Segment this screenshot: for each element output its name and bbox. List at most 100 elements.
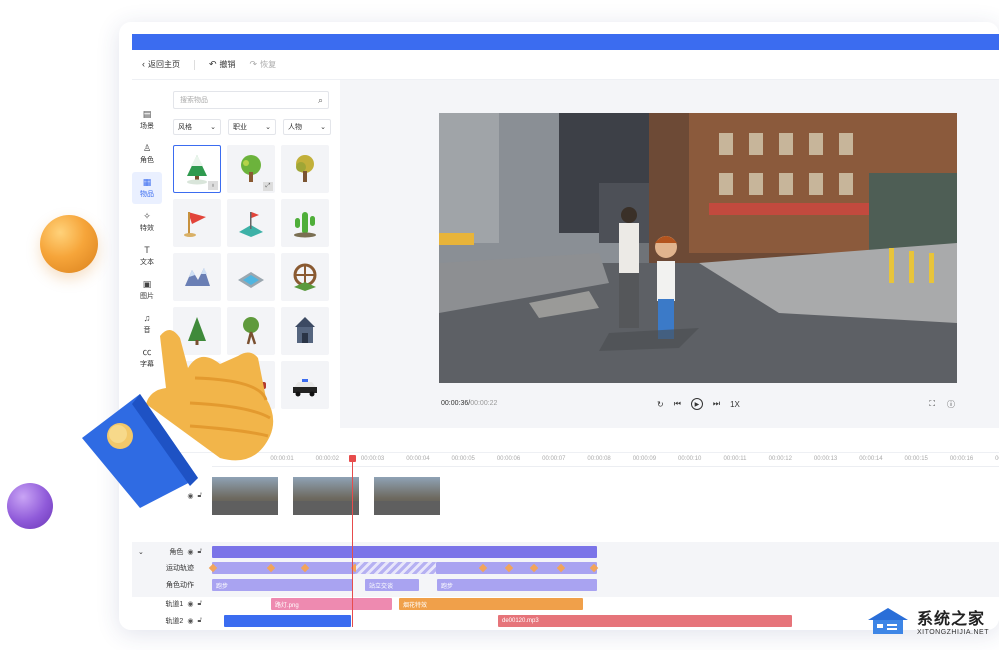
search-placeholder: 搜索物品: [180, 97, 208, 104]
role-clip-bar[interactable]: [212, 546, 597, 558]
toolbar-divider: [194, 59, 195, 70]
action-row-label: 角色动作: [166, 582, 194, 589]
play-icon: ▶: [694, 401, 700, 408]
duration: 00:00:22: [470, 400, 498, 407]
back-home-button[interactable]: ‹ 返回主页: [142, 59, 180, 70]
time-display: 00:00:36/00:00:22: [441, 400, 498, 407]
keyframe-marker[interactable]: [504, 563, 514, 573]
sidebar-item-effects[interactable]: ✧ 特效: [132, 206, 162, 238]
sidebar-item-label: 物品: [140, 191, 154, 198]
playhead-handle[interactable]: [349, 455, 356, 462]
lock-icon[interactable]: 🔓︎: [197, 548, 202, 556]
redo-icon: ↷: [249, 59, 258, 69]
people-filter-dropdown[interactable]: 人物 ⌄: [283, 119, 331, 135]
asset-round-tree[interactable]: ⤢: [227, 145, 275, 193]
pond-icon: [238, 272, 264, 288]
ruler-tick-label: 00:00:02: [315, 456, 339, 462]
skip-forward-icon[interactable]: ⏭: [713, 399, 720, 409]
track2-row-header: 轨道2 ◉ 🔓︎: [132, 615, 208, 627]
style-filter-dropdown[interactable]: 风格 ⌄: [173, 119, 221, 135]
skip-back-icon[interactable]: ⏮: [674, 399, 681, 409]
chevron-down-icon[interactable]: ⌄: [138, 548, 144, 556]
asset-water-wheel[interactable]: [281, 253, 329, 301]
speed-button[interactable]: 1X: [730, 400, 740, 409]
ice-rocks-icon: [185, 268, 210, 286]
motion-row-label: 运动轨迹: [166, 565, 194, 572]
keyframe-marker[interactable]: [478, 563, 488, 573]
motion-track-gap[interactable]: [356, 562, 436, 574]
ruler-tick-label: 00:00:07: [542, 456, 566, 462]
police-car-icon: [293, 379, 317, 397]
clip-label: 跑步: [216, 583, 229, 590]
lock-icon[interactable]: 🔓︎: [197, 600, 202, 608]
ruler-tick-label: 00:00:10: [678, 456, 702, 462]
filter-label: 职业: [233, 124, 247, 131]
expand-badge-icon[interactable]: ⤢: [263, 182, 273, 191]
ruler-tick-label: 00:00:11: [723, 456, 747, 462]
asset-ice-rocks[interactable]: [173, 253, 221, 301]
undo-button[interactable]: ↶ 撤销: [209, 59, 236, 70]
eye-icon[interactable]: ◉: [187, 617, 193, 625]
replay-icon[interactable]: ↻: [657, 400, 664, 409]
eye-icon[interactable]: ◉: [187, 548, 193, 556]
cactus-icon: [294, 212, 316, 238]
asset-snowy-pine-tree[interactable]: ♁: [173, 145, 221, 193]
keyframe-marker[interactable]: [556, 563, 566, 573]
title-bar: [132, 34, 999, 50]
video-clip-thumbnail[interactable]: [293, 477, 359, 515]
tower-icon: [295, 317, 315, 343]
search-icon[interactable]: ⌕: [318, 95, 323, 106]
fullscreen-icon[interactable]: ⛶: [929, 399, 935, 410]
lock-icon[interactable]: 🔓︎: [197, 617, 202, 625]
red-flag-icon: [184, 212, 206, 237]
motion-track-segment[interactable]: [436, 562, 599, 574]
asset-pond[interactable]: [227, 253, 275, 301]
keyframe-marker[interactable]: [529, 563, 539, 573]
current-time: 00:00:36: [441, 400, 469, 407]
filter-label: 风格: [178, 124, 192, 131]
ruler-tick-label: 00:00:03: [360, 456, 385, 462]
favorite-badge-icon[interactable]: ♁: [208, 181, 218, 190]
keyframe-marker[interactable]: [300, 563, 310, 573]
filter-label: 人物: [288, 124, 302, 131]
sidebar-item-role[interactable]: ♙ 角色: [132, 138, 162, 170]
video-clip-thumbnail[interactable]: [374, 477, 440, 515]
redo-button[interactable]: ↷ 恢复: [250, 59, 277, 70]
asset-island-flag[interactable]: [227, 199, 275, 247]
track2-blue-clip[interactable]: [224, 615, 351, 627]
streetlight-clip[interactable]: 路灯.png: [271, 598, 392, 610]
search-input[interactable]: 搜索物品 ⌕: [173, 91, 329, 109]
round-tree-icon: [241, 155, 261, 182]
role-row-label: 角色: [169, 549, 184, 556]
action-clip-stand-talk[interactable]: 站立交谈: [365, 579, 419, 591]
motion-track-segment[interactable]: [208, 562, 360, 574]
asset-red-flag[interactable]: [173, 199, 221, 247]
sidebar-item-scene[interactable]: ▤ 场景: [132, 104, 162, 136]
action-clip-run[interactable]: 跑步: [212, 579, 353, 591]
asset-cactus[interactable]: [281, 199, 329, 247]
ruler-tick-label: 00:00:05: [451, 456, 475, 462]
clip-label: 烟花特效: [403, 602, 428, 609]
person-icon: ♙: [142, 143, 152, 153]
audio-clip[interactable]: de00120.mp3: [498, 615, 792, 627]
info-icon[interactable]: ⓘ: [947, 399, 955, 410]
fireworks-clip[interactable]: 烟花特效: [399, 598, 583, 610]
preview-area: 00:00:36/00:00:22 ↻ ⏮ ▶ ⏭ 1X ⛶ ⓘ: [340, 80, 999, 428]
video-preview-canvas[interactable]: [439, 113, 957, 383]
ruler-tick-label: 00:00:09: [632, 456, 657, 462]
undo-icon: ↶: [209, 59, 217, 69]
asset-autumn-tree[interactable]: [281, 145, 329, 193]
profession-filter-dropdown[interactable]: 职业 ⌄: [228, 119, 276, 135]
keyframe-marker[interactable]: [589, 563, 599, 573]
sidebar-item-text[interactable]: T 文本: [132, 240, 162, 272]
play-button[interactable]: ▶: [690, 398, 703, 410]
sidebar-item-image[interactable]: ▣ 图片: [132, 274, 162, 306]
sidebar-item-items[interactable]: ▦ 物品: [132, 172, 162, 204]
action-clip-run[interactable]: 跑步: [437, 579, 597, 591]
island-flag-icon: [239, 212, 263, 237]
keyframe-marker[interactable]: [266, 563, 276, 573]
autumn-tree-icon: [296, 155, 314, 182]
playhead[interactable]: [349, 455, 356, 627]
eye-icon[interactable]: ◉: [187, 600, 193, 608]
redo-label: 恢复: [260, 60, 277, 69]
